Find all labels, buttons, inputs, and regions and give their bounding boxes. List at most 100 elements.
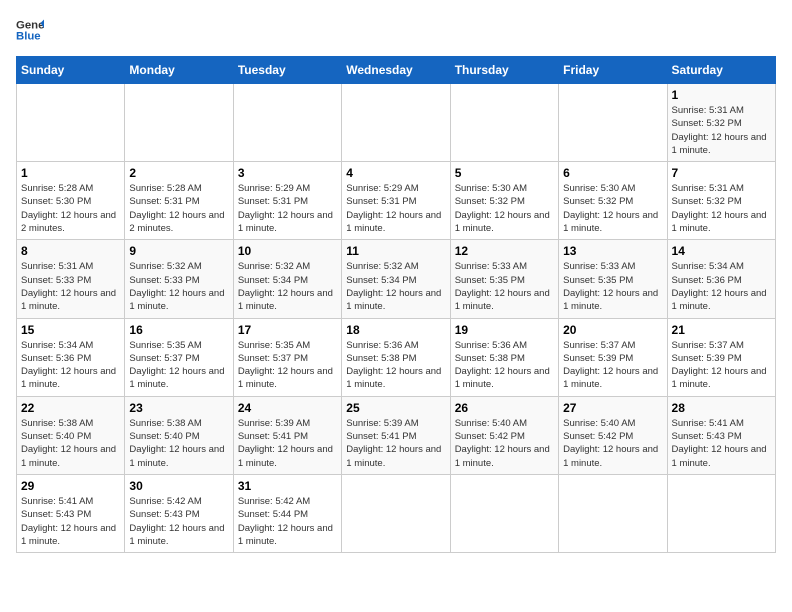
- day-number: 14: [672, 244, 771, 258]
- calendar-cell: [559, 474, 667, 552]
- svg-text:General: General: [16, 19, 44, 31]
- calendar-cell: 25 Sunrise: 5:39 AM Sunset: 5:41 PM Dayl…: [342, 396, 450, 474]
- day-number: 2: [129, 166, 228, 180]
- day-number: 17: [238, 323, 337, 337]
- day-info: Sunrise: 5:32 AM Sunset: 5:34 PM Dayligh…: [346, 260, 445, 313]
- logo: General Blue: [16, 16, 44, 44]
- calendar-cell: 1 Sunrise: 5:28 AM Sunset: 5:30 PM Dayli…: [17, 162, 125, 240]
- day-info: Sunrise: 5:34 AM Sunset: 5:36 PM Dayligh…: [672, 260, 771, 313]
- calendar-cell: [125, 84, 233, 162]
- day-number: 24: [238, 401, 337, 415]
- calendar-cell: [233, 84, 341, 162]
- day-info: Sunrise: 5:33 AM Sunset: 5:35 PM Dayligh…: [455, 260, 554, 313]
- day-info: Sunrise: 5:30 AM Sunset: 5:32 PM Dayligh…: [563, 182, 662, 235]
- calendar-cell: 7 Sunrise: 5:31 AM Sunset: 5:32 PM Dayli…: [667, 162, 775, 240]
- day-number: 21: [672, 323, 771, 337]
- day-info: Sunrise: 5:41 AM Sunset: 5:43 PM Dayligh…: [672, 417, 771, 470]
- day-number: 4: [346, 166, 445, 180]
- day-info: Sunrise: 5:35 AM Sunset: 5:37 PM Dayligh…: [129, 339, 228, 392]
- calendar-week-row: 15 Sunrise: 5:34 AM Sunset: 5:36 PM Dayl…: [17, 318, 776, 396]
- day-header-friday: Friday: [559, 57, 667, 84]
- day-info: Sunrise: 5:31 AM Sunset: 5:32 PM Dayligh…: [672, 104, 771, 157]
- day-number: 22: [21, 401, 120, 415]
- calendar-cell: 13 Sunrise: 5:33 AM Sunset: 5:35 PM Dayl…: [559, 240, 667, 318]
- day-header-wednesday: Wednesday: [342, 57, 450, 84]
- day-number: 19: [455, 323, 554, 337]
- calendar-cell: 26 Sunrise: 5:40 AM Sunset: 5:42 PM Dayl…: [450, 396, 558, 474]
- calendar-cell: 23 Sunrise: 5:38 AM Sunset: 5:40 PM Dayl…: [125, 396, 233, 474]
- day-info: Sunrise: 5:36 AM Sunset: 5:38 PM Dayligh…: [455, 339, 554, 392]
- day-number: 11: [346, 244, 445, 258]
- day-number: 30: [129, 479, 228, 493]
- day-info: Sunrise: 5:30 AM Sunset: 5:32 PM Dayligh…: [455, 182, 554, 235]
- calendar-cell: [342, 474, 450, 552]
- calendar-cell: 24 Sunrise: 5:39 AM Sunset: 5:41 PM Dayl…: [233, 396, 341, 474]
- calendar-cell: 4 Sunrise: 5:29 AM Sunset: 5:31 PM Dayli…: [342, 162, 450, 240]
- calendar-cell: [450, 474, 558, 552]
- calendar-cell: 31 Sunrise: 5:42 AM Sunset: 5:44 PM Dayl…: [233, 474, 341, 552]
- calendar-cell: [450, 84, 558, 162]
- day-info: Sunrise: 5:31 AM Sunset: 5:32 PM Dayligh…: [672, 182, 771, 235]
- calendar-cell: 22 Sunrise: 5:38 AM Sunset: 5:40 PM Dayl…: [17, 396, 125, 474]
- logo-icon: General Blue: [16, 16, 44, 44]
- day-info: Sunrise: 5:35 AM Sunset: 5:37 PM Dayligh…: [238, 339, 337, 392]
- calendar-cell: 8 Sunrise: 5:31 AM Sunset: 5:33 PM Dayli…: [17, 240, 125, 318]
- day-info: Sunrise: 5:37 AM Sunset: 5:39 PM Dayligh…: [563, 339, 662, 392]
- calendar-cell: 29 Sunrise: 5:41 AM Sunset: 5:43 PM Dayl…: [17, 474, 125, 552]
- day-number: 10: [238, 244, 337, 258]
- day-number: 15: [21, 323, 120, 337]
- svg-text:Blue: Blue: [16, 31, 41, 43]
- day-info: Sunrise: 5:29 AM Sunset: 5:31 PM Dayligh…: [238, 182, 337, 235]
- calendar-cell: 16 Sunrise: 5:35 AM Sunset: 5:37 PM Dayl…: [125, 318, 233, 396]
- day-number: 25: [346, 401, 445, 415]
- day-info: Sunrise: 5:29 AM Sunset: 5:31 PM Dayligh…: [346, 182, 445, 235]
- calendar-cell: 18 Sunrise: 5:36 AM Sunset: 5:38 PM Dayl…: [342, 318, 450, 396]
- day-info: Sunrise: 5:28 AM Sunset: 5:31 PM Dayligh…: [129, 182, 228, 235]
- calendar-header-row: SundayMondayTuesdayWednesdayThursdayFrid…: [17, 57, 776, 84]
- page-header: General Blue: [16, 16, 776, 44]
- calendar-week-row: 1 Sunrise: 5:28 AM Sunset: 5:30 PM Dayli…: [17, 162, 776, 240]
- day-number: 28: [672, 401, 771, 415]
- day-header-saturday: Saturday: [667, 57, 775, 84]
- calendar-cell: 6 Sunrise: 5:30 AM Sunset: 5:32 PM Dayli…: [559, 162, 667, 240]
- calendar-cell: [17, 84, 125, 162]
- day-number: 5: [455, 166, 554, 180]
- calendar-cell: 21 Sunrise: 5:37 AM Sunset: 5:39 PM Dayl…: [667, 318, 775, 396]
- calendar-cell: [667, 474, 775, 552]
- day-number: 27: [563, 401, 662, 415]
- day-number: 13: [563, 244, 662, 258]
- calendar-table: SundayMondayTuesdayWednesdayThursdayFrid…: [16, 56, 776, 553]
- day-info: Sunrise: 5:39 AM Sunset: 5:41 PM Dayligh…: [346, 417, 445, 470]
- day-number: 9: [129, 244, 228, 258]
- day-info: Sunrise: 5:28 AM Sunset: 5:30 PM Dayligh…: [21, 182, 120, 235]
- day-number: 16: [129, 323, 228, 337]
- day-number: 20: [563, 323, 662, 337]
- calendar-week-row: 22 Sunrise: 5:38 AM Sunset: 5:40 PM Dayl…: [17, 396, 776, 474]
- calendar-cell: 20 Sunrise: 5:37 AM Sunset: 5:39 PM Dayl…: [559, 318, 667, 396]
- calendar-cell: 28 Sunrise: 5:41 AM Sunset: 5:43 PM Dayl…: [667, 396, 775, 474]
- day-info: Sunrise: 5:40 AM Sunset: 5:42 PM Dayligh…: [563, 417, 662, 470]
- day-info: Sunrise: 5:33 AM Sunset: 5:35 PM Dayligh…: [563, 260, 662, 313]
- day-info: Sunrise: 5:31 AM Sunset: 5:33 PM Dayligh…: [21, 260, 120, 313]
- calendar-cell: 11 Sunrise: 5:32 AM Sunset: 5:34 PM Dayl…: [342, 240, 450, 318]
- day-number: 29: [21, 479, 120, 493]
- calendar-cell: 5 Sunrise: 5:30 AM Sunset: 5:32 PM Dayli…: [450, 162, 558, 240]
- day-header-monday: Monday: [125, 57, 233, 84]
- calendar-cell: [559, 84, 667, 162]
- day-info: Sunrise: 5:39 AM Sunset: 5:41 PM Dayligh…: [238, 417, 337, 470]
- calendar-cell: 14 Sunrise: 5:34 AM Sunset: 5:36 PM Dayl…: [667, 240, 775, 318]
- day-info: Sunrise: 5:41 AM Sunset: 5:43 PM Dayligh…: [21, 495, 120, 548]
- day-number: 7: [672, 166, 771, 180]
- day-info: Sunrise: 5:34 AM Sunset: 5:36 PM Dayligh…: [21, 339, 120, 392]
- day-info: Sunrise: 5:42 AM Sunset: 5:43 PM Dayligh…: [129, 495, 228, 548]
- calendar-cell: 15 Sunrise: 5:34 AM Sunset: 5:36 PM Dayl…: [17, 318, 125, 396]
- calendar-body: 1 Sunrise: 5:31 AM Sunset: 5:32 PM Dayli…: [17, 84, 776, 553]
- calendar-week-row: 29 Sunrise: 5:41 AM Sunset: 5:43 PM Dayl…: [17, 474, 776, 552]
- day-number: 26: [455, 401, 554, 415]
- day-header-sunday: Sunday: [17, 57, 125, 84]
- day-number: 31: [238, 479, 337, 493]
- day-info: Sunrise: 5:37 AM Sunset: 5:39 PM Dayligh…: [672, 339, 771, 392]
- calendar-cell: 27 Sunrise: 5:40 AM Sunset: 5:42 PM Dayl…: [559, 396, 667, 474]
- day-number: 3: [238, 166, 337, 180]
- day-info: Sunrise: 5:38 AM Sunset: 5:40 PM Dayligh…: [129, 417, 228, 470]
